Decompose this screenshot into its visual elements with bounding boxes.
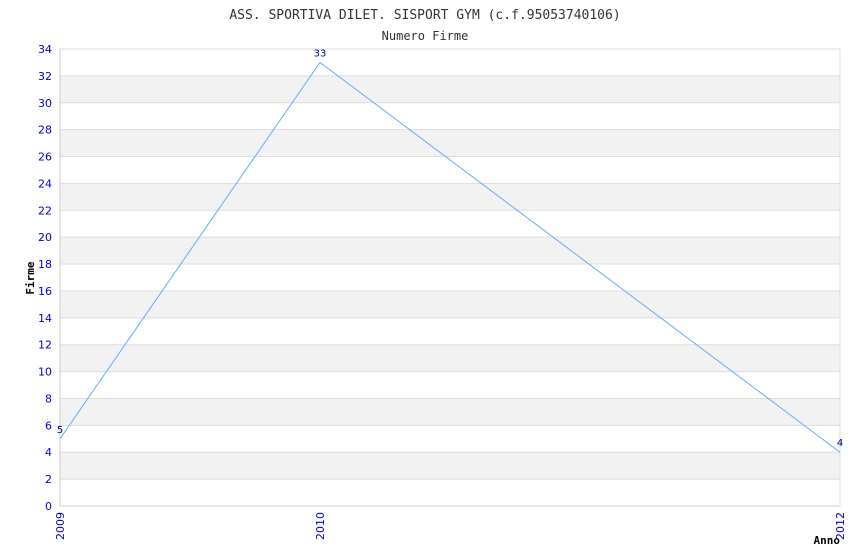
y-tick-label: 34 — [38, 43, 52, 56]
x-axis-label: Anno — [814, 534, 841, 547]
grid-band — [60, 183, 840, 211]
axes — [59, 49, 841, 507]
line-chart: 0246810121416182022242628303234 2009 2010… — [24, 8, 847, 547]
grid-band — [60, 75, 840, 103]
y-tick-label: 30 — [38, 97, 52, 110]
grid-band — [60, 237, 840, 265]
chart-title: ASS. SPORTIVA DILET. SISPORT GYM (c.f.95… — [229, 8, 620, 23]
x-tick-label: 2009 — [54, 512, 67, 540]
grid-bands — [60, 75, 840, 480]
y-tick-label: 32 — [38, 70, 52, 83]
grid-band — [60, 129, 840, 157]
y-tick-label: 12 — [38, 339, 52, 352]
y-tick-label: 16 — [38, 285, 52, 298]
y-tick-label: 8 — [45, 392, 52, 405]
y-tick-label: 24 — [38, 177, 52, 190]
y-tick-label: 22 — [38, 204, 52, 217]
y-tick-labels: 0246810121416182022242628303234 — [38, 43, 52, 513]
y-tick-label: 20 — [38, 231, 52, 244]
x-tick-labels: 2009 2010 2012 — [54, 512, 847, 540]
y-tick-label: 28 — [38, 124, 52, 137]
y-tick-label: 18 — [38, 258, 52, 271]
data-label: 33 — [314, 48, 327, 59]
grid-band — [60, 398, 840, 426]
data-label: 5 — [57, 425, 63, 436]
chart-subtitle: Numero Firme — [382, 29, 469, 43]
grid-lines — [60, 48, 840, 507]
y-tick-label: 26 — [38, 151, 52, 164]
x-tick-label: 2010 — [314, 512, 327, 540]
data-label: 4 — [837, 438, 843, 449]
y-tick-label: 10 — [38, 366, 52, 379]
y-axis-label: Firme — [24, 261, 37, 294]
y-tick-label: 14 — [38, 312, 52, 325]
grid-band — [60, 344, 840, 372]
grid-band — [60, 452, 840, 480]
y-tick-label: 0 — [45, 500, 52, 513]
y-tick-label: 2 — [45, 473, 52, 486]
grid-band — [60, 290, 840, 318]
y-tick-label: 4 — [45, 446, 52, 459]
y-tick-label: 6 — [45, 419, 52, 432]
